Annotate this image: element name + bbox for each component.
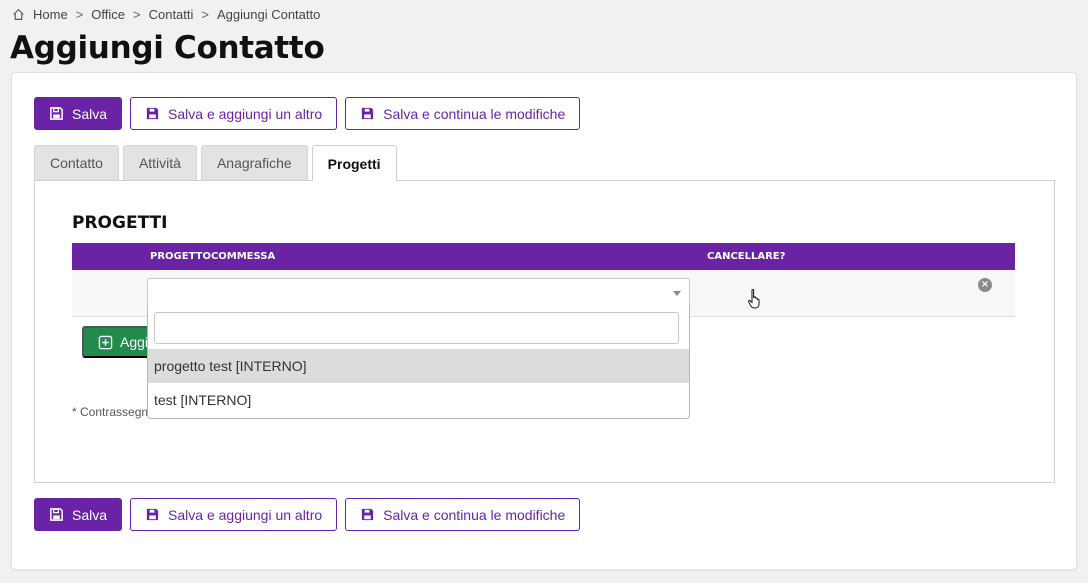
home-icon: [13, 8, 24, 20]
floppy-disk-icon: [50, 107, 63, 120]
tab-progetti[interactable]: Progetti: [311, 145, 397, 181]
breadcrumb-separator: >: [133, 7, 141, 22]
close-circle-icon[interactable]: ×: [978, 278, 992, 292]
column-header-progettocommessa: PROGETTOCOMMESSA: [150, 251, 276, 262]
save-and-add-another-label: Salva e aggiungi un altro: [168, 506, 323, 523]
page-title: Aggiungi Contatto: [10, 30, 325, 66]
save-and-add-another-label: Salva e aggiungi un altro: [168, 105, 323, 122]
plus-square-icon: [98, 335, 113, 349]
save-and-continue-button[interactable]: Salva e continua le modifiche: [345, 498, 581, 531]
save-button-label: Salva: [72, 506, 108, 523]
save-and-continue-button[interactable]: Salva e continua le modifiche: [345, 97, 581, 130]
breadcrumb-current: Aggiungi Contatto: [217, 7, 321, 22]
breadcrumb-separator: >: [201, 7, 209, 22]
floppy-disk-icon: [362, 107, 374, 120]
section-title: PROGETTI: [72, 213, 168, 233]
tab-contatto[interactable]: Contatto: [34, 145, 119, 180]
tab-attivita[interactable]: Attività: [122, 145, 197, 180]
chevron-down-icon: [673, 291, 681, 296]
breadcrumb: Home > Office > Contatti > Aggiungi Cont…: [12, 7, 320, 22]
floppy-disk-icon: [362, 508, 374, 521]
tab-anagrafiche[interactable]: Anagrafiche: [200, 145, 308, 180]
progettocommessa-select[interactable]: [147, 278, 760, 309]
dropdown-search-input[interactable]: [154, 312, 679, 344]
dropdown-option-progetto-test[interactable]: progetto test [INTERNO]: [148, 349, 689, 383]
add-row-button[interactable]: Aggi: [82, 326, 152, 358]
floppy-disk-icon: [50, 508, 63, 521]
save-and-continue-label: Salva e continua le modifiche: [383, 105, 566, 122]
project-dropdown-menu: progetto test [INTERNO] test [INTERNO]: [147, 306, 690, 419]
save-button[interactable]: Salva: [34, 498, 123, 531]
hand-pointer-icon: [748, 289, 760, 309]
top-action-bar: Salva Salva e aggiungi un altro Salva e …: [34, 97, 581, 130]
breadcrumb-home[interactable]: Home: [33, 7, 68, 22]
save-button-label: Salva: [72, 105, 108, 122]
save-button[interactable]: Salva: [34, 97, 123, 130]
breadcrumb-separator: >: [75, 7, 84, 22]
breadcrumb-office[interactable]: Office: [91, 7, 125, 22]
save-and-continue-label: Salva e continua le modifiche: [383, 506, 566, 523]
required-fields-note: * Contrassegn: [72, 405, 149, 419]
inline-table-header: PROGETTOCOMMESSA CANCELLARE?: [72, 243, 1015, 270]
breadcrumb-contatti[interactable]: Contatti: [149, 7, 194, 22]
tab-bar: Contatto Attività Anagrafiche Progetti: [34, 145, 397, 181]
save-and-add-another-button[interactable]: Salva e aggiungi un altro: [130, 97, 338, 130]
column-header-cancellare: CANCELLARE?: [707, 251, 786, 262]
floppy-disk-icon: [146, 107, 159, 120]
floppy-disk-icon: [146, 508, 159, 521]
dropdown-option-test[interactable]: test [INTERNO]: [148, 383, 689, 417]
save-and-add-another-button[interactable]: Salva e aggiungi un altro: [130, 498, 338, 531]
bottom-action-bar: Salva Salva e aggiungi un altro Salva e …: [34, 498, 581, 531]
add-row-label: Aggi: [120, 334, 149, 350]
